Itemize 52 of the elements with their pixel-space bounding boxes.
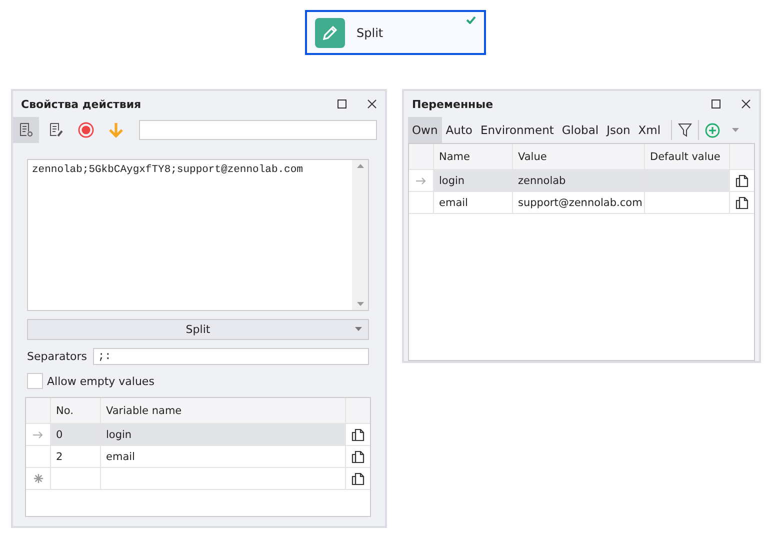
pencil-icon (314, 18, 344, 48)
toolbar-button[interactable] (13, 117, 39, 143)
tab[interactable]: Own (408, 117, 442, 143)
table-cell[interactable]: zennolab (513, 170, 645, 191)
tab[interactable]: Environment (476, 117, 558, 143)
column-header: No. (51, 398, 101, 423)
arrow-icon (33, 430, 43, 438)
tab[interactable]: Auto (442, 117, 476, 143)
edit-document-icon (48, 122, 64, 138)
copy-icon[interactable] (735, 196, 749, 210)
down-arrow-icon (108, 122, 124, 138)
maximize-icon[interactable] (711, 99, 721, 109)
table-cell[interactable]: 2 (51, 446, 101, 467)
record-icon (78, 122, 94, 138)
copy-icon[interactable] (351, 428, 365, 442)
checkbox-label: Allow empty values (47, 374, 154, 388)
text-area[interactable]: zennolab;5GkbCAygxfTY8;support@zennolab.com (27, 159, 369, 311)
separators-field[interactable]: ;: (93, 348, 369, 365)
table-cell[interactable]: 0 (51, 424, 101, 445)
mode-dropdown[interactable]: Split (27, 319, 369, 340)
tab[interactable]: Json (602, 117, 634, 143)
close-icon[interactable] (741, 99, 751, 109)
settings-document-icon (18, 122, 34, 138)
checkbox[interactable] (27, 373, 43, 389)
filter-icon[interactable] (678, 123, 692, 137)
column-header: Variable name (101, 398, 346, 423)
copy-icon[interactable] (351, 472, 365, 486)
panel-title: Свойства действия (21, 98, 142, 110)
column-header: Value (513, 144, 645, 169)
panel-title: Переменные (412, 98, 494, 110)
column-header: Default value (645, 144, 730, 169)
table-cell[interactable]: login (434, 170, 513, 191)
copy-icon[interactable] (735, 174, 749, 188)
copy-icon[interactable] (351, 450, 365, 464)
node-title: Split (356, 26, 384, 40)
tab[interactable]: Xml (634, 117, 665, 143)
table-cell[interactable]: email (101, 446, 346, 467)
maximize-icon[interactable] (337, 99, 347, 109)
table-cell[interactable]: support@zennolab.com (513, 192, 645, 213)
toolbar-input-field[interactable] (139, 120, 377, 140)
close-icon[interactable] (367, 99, 377, 109)
separators-label: Separators (27, 350, 88, 363)
arrow-icon (416, 176, 426, 184)
asterisk-icon (34, 474, 42, 483)
table-cell[interactable]: email (434, 192, 513, 213)
caret-icon[interactable] (355, 327, 362, 331)
table-cell[interactable] (645, 170, 730, 191)
add-icon[interactable] (704, 122, 720, 138)
column-header: Name (434, 144, 513, 169)
tab[interactable]: Global (558, 117, 603, 143)
action-node[interactable]: Split (304, 10, 486, 55)
table-cell[interactable]: login (101, 424, 346, 445)
